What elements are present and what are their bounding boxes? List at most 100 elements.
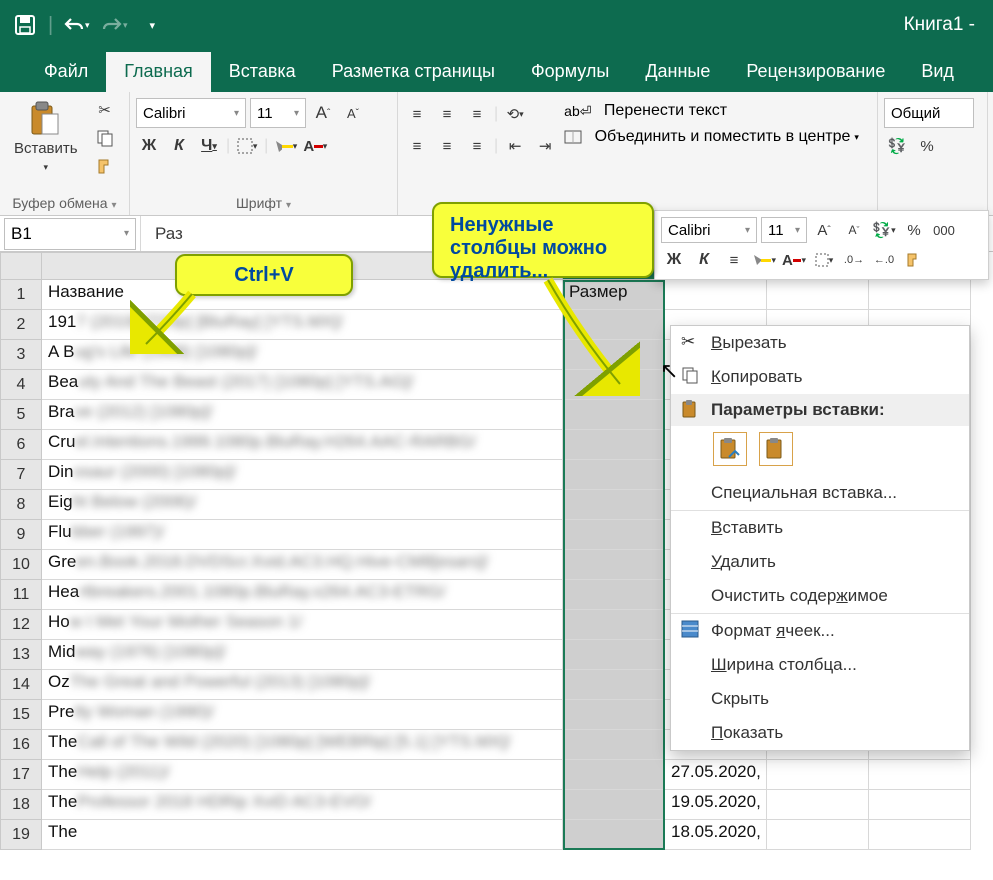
tab-view[interactable]: Вид bbox=[903, 52, 972, 92]
mini-bold[interactable]: Ж bbox=[661, 248, 687, 272]
cell[interactable]: Cruel.Intentions.1999.1080p.BluRay.H264.… bbox=[42, 430, 563, 460]
mini-comma-icon[interactable]: 000 bbox=[931, 218, 957, 242]
ctx-format-cells[interactable]: Формат ячеек... bbox=[671, 614, 969, 648]
cell[interactable] bbox=[563, 820, 665, 850]
copy-icon[interactable] bbox=[92, 126, 118, 150]
cell[interactable]: Midway (1976) [1080p]/ bbox=[42, 640, 563, 670]
row-header-9[interactable]: 9 bbox=[0, 520, 42, 550]
row-header-11[interactable]: 11 bbox=[0, 580, 42, 610]
cell[interactable] bbox=[767, 280, 869, 310]
font-color-icon[interactable]: A▾ bbox=[302, 134, 328, 158]
cell[interactable] bbox=[563, 400, 665, 430]
mini-font-name[interactable]: Calibri▾ bbox=[661, 217, 757, 243]
mini-increase-font-icon[interactable]: Aˆ bbox=[811, 218, 837, 242]
cell[interactable] bbox=[563, 370, 665, 400]
mini-currency-icon[interactable]: 💱▾ bbox=[871, 218, 897, 242]
cell[interactable]: Beauty And The Beast (2017) [1080p] [YTS… bbox=[42, 370, 563, 400]
row-header-7[interactable]: 7 bbox=[0, 460, 42, 490]
cell[interactable] bbox=[869, 760, 971, 790]
cell[interactable] bbox=[767, 760, 869, 790]
align-right-icon[interactable]: ≡ bbox=[464, 134, 490, 158]
row-header-19[interactable]: 19 bbox=[0, 820, 42, 850]
cell[interactable]: Dinosaur (2000) [1080p]/ bbox=[42, 460, 563, 490]
mini-borders-icon[interactable]: ▾ bbox=[811, 248, 837, 272]
tab-page-layout[interactable]: Разметка страницы bbox=[314, 52, 513, 92]
cell[interactable] bbox=[563, 340, 665, 370]
increase-font-icon[interactable]: Aˆ bbox=[310, 101, 336, 125]
cell[interactable] bbox=[563, 700, 665, 730]
select-all-corner[interactable] bbox=[0, 252, 42, 280]
mini-font-size[interactable]: 11▾ bbox=[761, 217, 807, 243]
mini-italic[interactable]: К bbox=[691, 248, 717, 272]
cell[interactable]: Pretty Woman (1990)/ bbox=[42, 700, 563, 730]
undo-icon[interactable]: ▾ bbox=[59, 8, 93, 42]
currency-icon[interactable]: 💱 bbox=[884, 134, 910, 158]
orientation-icon[interactable]: ⟲▾ bbox=[502, 102, 528, 126]
cell[interactable]: How I Met Your Mother Season 1/ bbox=[42, 610, 563, 640]
tab-review[interactable]: Рецензирование bbox=[728, 52, 903, 92]
cell[interactable] bbox=[869, 820, 971, 850]
cell[interactable] bbox=[767, 820, 869, 850]
decrease-font-icon[interactable]: Aˇ bbox=[340, 101, 366, 125]
cell[interactable]: 19.05.2020, 22:46:26 bbox=[665, 790, 767, 820]
row-header-17[interactable]: 17 bbox=[0, 760, 42, 790]
ctx-cut[interactable]: ✂Вырезать bbox=[671, 326, 969, 360]
mini-format-painter-icon[interactable] bbox=[901, 248, 927, 272]
ctx-column-width[interactable]: Ширина столбца... bbox=[671, 648, 969, 682]
borders-icon[interactable]: ▾ bbox=[234, 134, 260, 158]
row-header-2[interactable]: 2 bbox=[0, 310, 42, 340]
ctx-insert[interactable]: Вставить bbox=[671, 511, 969, 545]
paste-option-values[interactable] bbox=[759, 432, 793, 466]
tab-file[interactable]: Файл bbox=[26, 52, 106, 92]
cell[interactable]: 1917 (2019) [720p] [BluRay] [YTS.MX]/ bbox=[42, 310, 563, 340]
fill-color-icon[interactable]: ▾ bbox=[272, 134, 298, 158]
redo-icon[interactable]: ▾ bbox=[97, 8, 131, 42]
mini-fill-color-icon[interactable]: ▾ bbox=[751, 248, 777, 272]
row-header-8[interactable]: 8 bbox=[0, 490, 42, 520]
font-size-select[interactable]: 11▾ bbox=[250, 98, 306, 128]
cell[interactable] bbox=[563, 460, 665, 490]
cell[interactable]: 18.05.2020, 19:24:12 bbox=[665, 820, 767, 850]
ctx-hide[interactable]: Скрыть bbox=[671, 682, 969, 716]
cell[interactable]: Flubber (1997)/ bbox=[42, 520, 563, 550]
mini-font-color-icon[interactable]: A▾ bbox=[781, 248, 807, 272]
cell[interactable] bbox=[563, 520, 665, 550]
merge-center-button[interactable]: Объединить и поместить в центре ▾ bbox=[564, 128, 859, 146]
save-icon[interactable] bbox=[8, 8, 42, 42]
align-center-icon[interactable]: ≡ bbox=[434, 134, 460, 158]
tab-insert[interactable]: Вставка bbox=[211, 52, 314, 92]
row-header-3[interactable]: 3 bbox=[0, 340, 42, 370]
bold-button[interactable]: Ж bbox=[136, 134, 162, 158]
cell[interactable] bbox=[563, 670, 665, 700]
paste-option-default[interactable] bbox=[713, 432, 747, 466]
cell[interactable]: Brave (2012) [1080p]/ bbox=[42, 400, 563, 430]
row-header-1[interactable]: 1 bbox=[0, 280, 42, 310]
align-top-icon[interactable]: ≡ bbox=[404, 102, 430, 126]
mini-percent-icon[interactable]: % bbox=[901, 218, 927, 242]
italic-button[interactable]: К bbox=[166, 134, 192, 158]
tab-home[interactable]: Главная bbox=[106, 52, 211, 92]
cell[interactable] bbox=[563, 490, 665, 520]
wrap-text-button[interactable]: ab⏎ Перенести текст bbox=[564, 102, 859, 120]
row-header-12[interactable]: 12 bbox=[0, 610, 42, 640]
cell[interactable]: A Bug's Life (1998) [1080p]/ bbox=[42, 340, 563, 370]
cell[interactable] bbox=[563, 610, 665, 640]
row-header-15[interactable]: 15 bbox=[0, 700, 42, 730]
ctx-copy[interactable]: Копировать bbox=[671, 360, 969, 394]
format-painter-icon[interactable] bbox=[92, 154, 118, 178]
ctx-clear[interactable]: Очистить содержимое bbox=[671, 579, 969, 613]
cell[interactable] bbox=[563, 730, 665, 760]
align-middle-icon[interactable]: ≡ bbox=[434, 102, 460, 126]
cell[interactable]: The Professor 2018 HDRip XviD AC3-EVO/ bbox=[42, 790, 563, 820]
percent-icon[interactable]: % bbox=[914, 134, 940, 158]
underline-button[interactable]: Ч▾ bbox=[196, 134, 222, 158]
decrease-indent-icon[interactable]: ⇤ bbox=[502, 134, 528, 158]
name-box[interactable]: B1▾ bbox=[4, 218, 136, 250]
cell[interactable]: The bbox=[42, 820, 563, 850]
cell[interactable] bbox=[767, 790, 869, 820]
tab-formulas[interactable]: Формулы bbox=[513, 52, 627, 92]
row-header-10[interactable]: 10 bbox=[0, 550, 42, 580]
cell[interactable]: 27.05.2020, 21:13:09 bbox=[665, 760, 767, 790]
row-header-18[interactable]: 18 bbox=[0, 790, 42, 820]
cut-icon[interactable]: ✂ bbox=[92, 98, 118, 122]
